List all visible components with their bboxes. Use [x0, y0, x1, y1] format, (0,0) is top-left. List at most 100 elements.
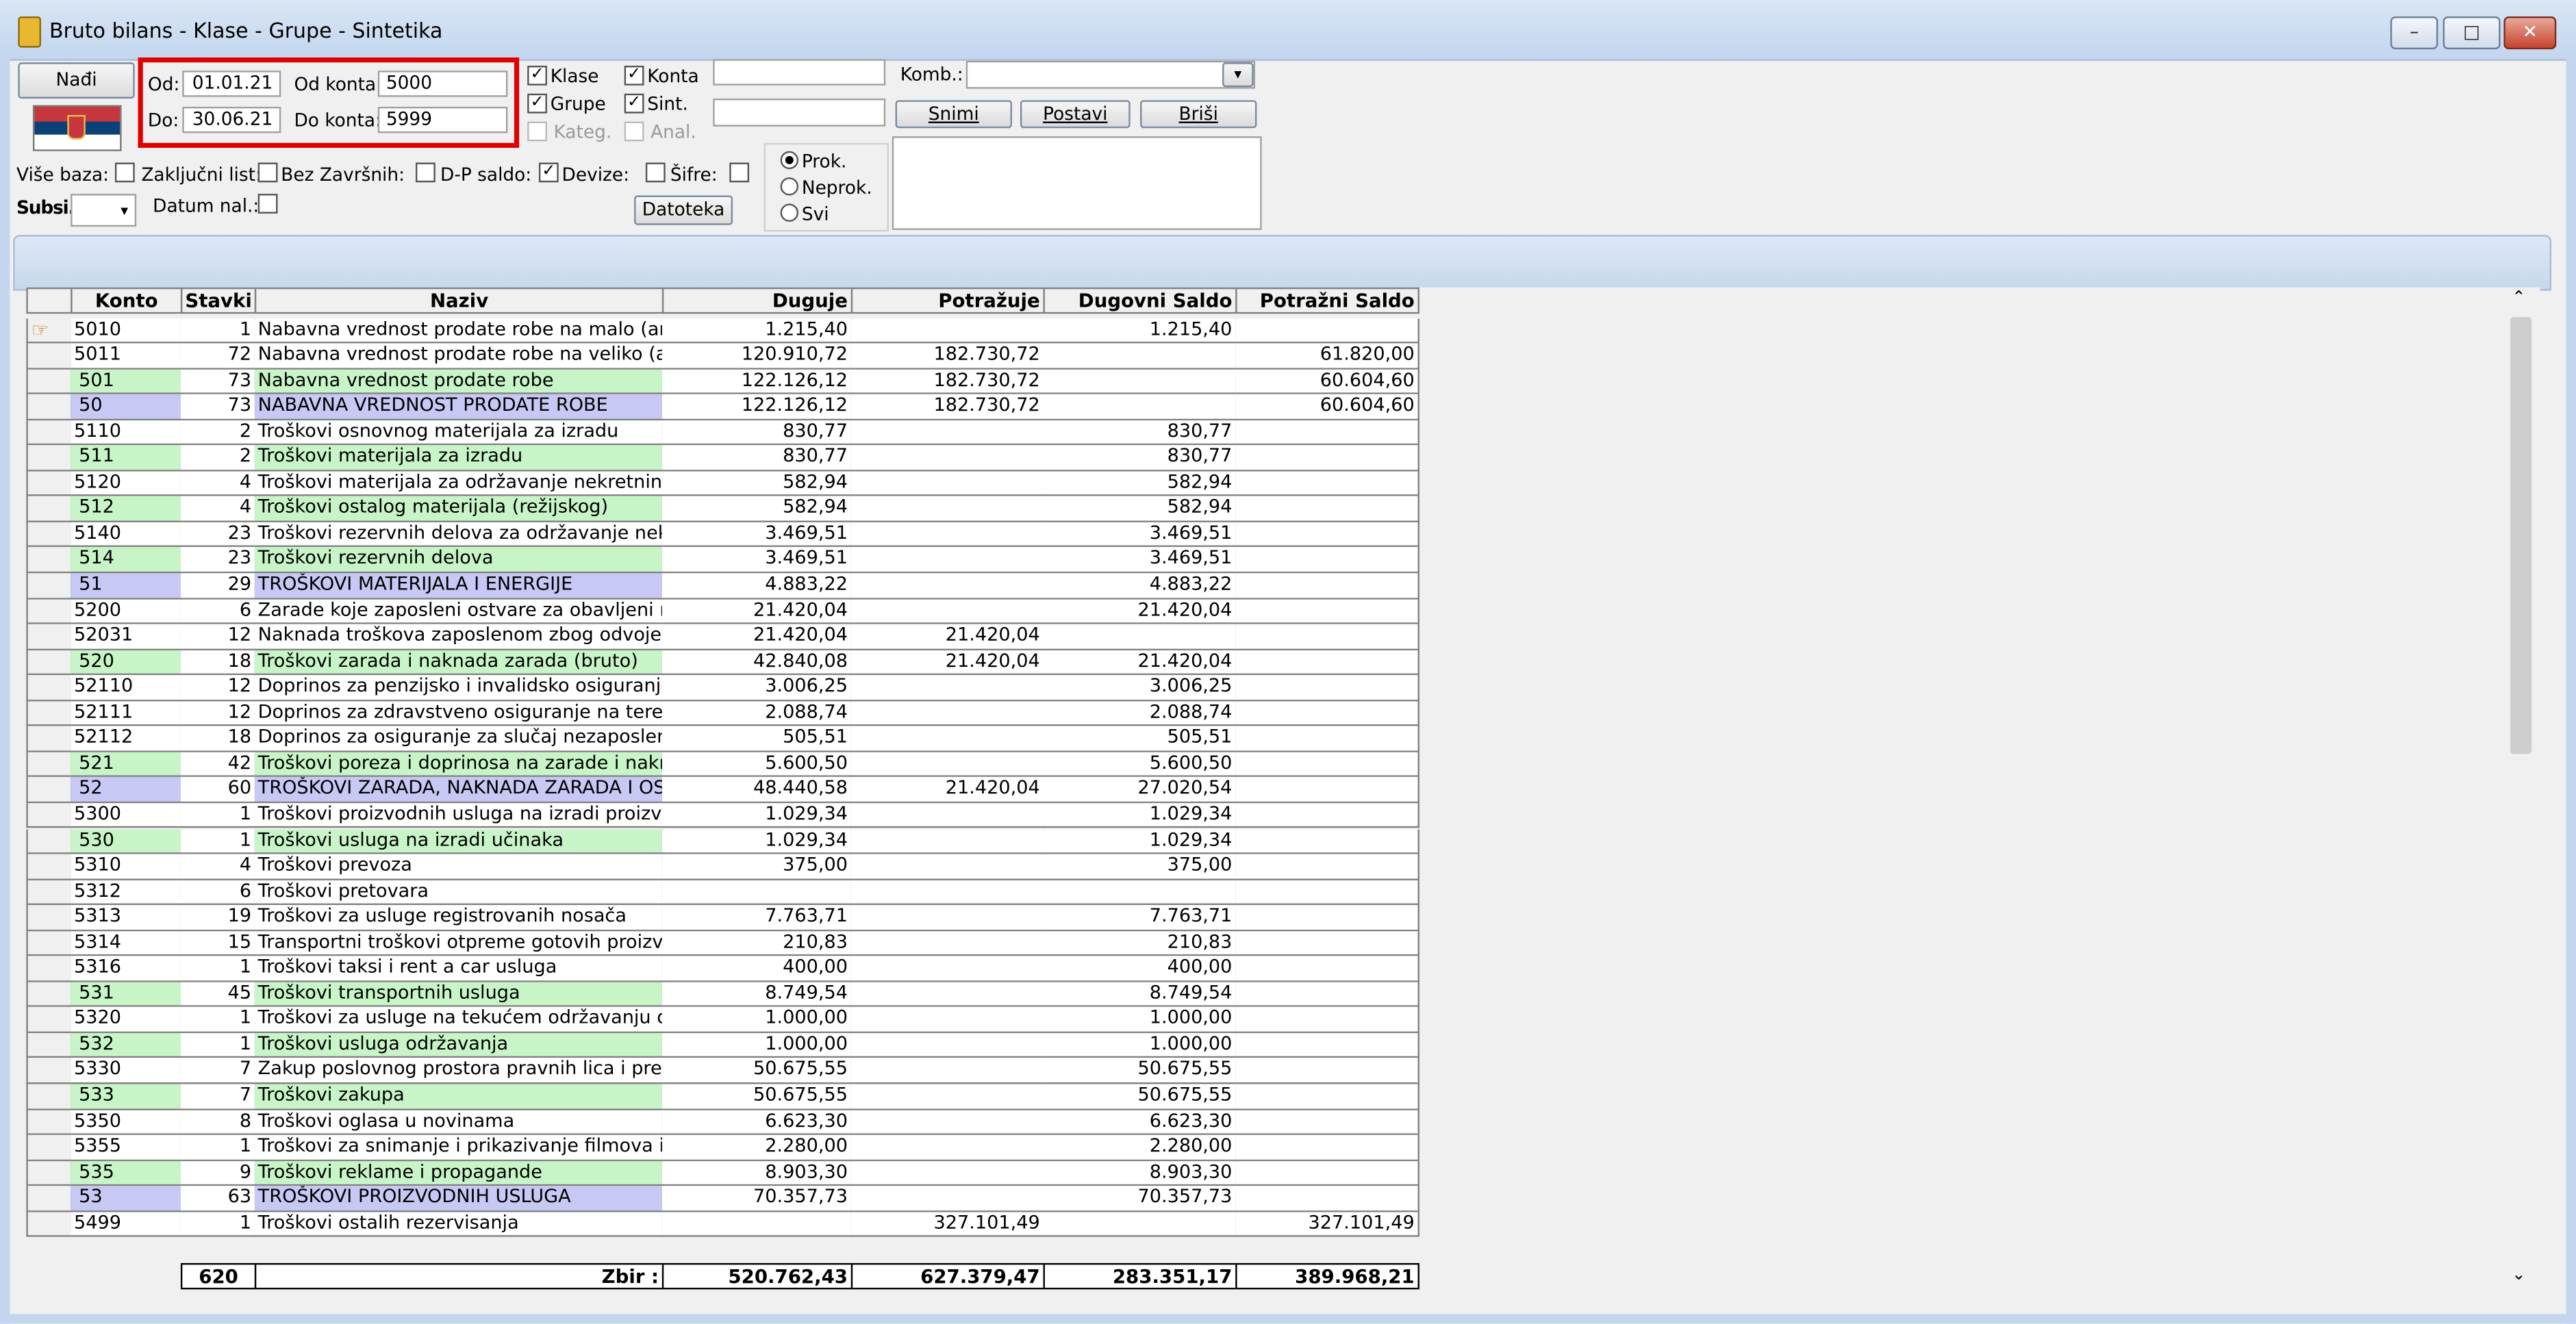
table-row[interactable]: 5314 15 Transportni troškovi otpreme gotov… — [0, 930, 1419, 956]
table-row[interactable]: 5316 1 Troškovi taksi i rent a car usluga 4… — [0, 956, 1419, 982]
cell-duguje: 1.215,40 — [661, 318, 853, 344]
bez-zavrsnih-checkbox[interactable] — [416, 162, 435, 183]
save-button[interactable]: Snimi — [895, 100, 1012, 129]
table-row[interactable]: 53 63 TROŠKOVI PROIZVODNIH USLUGA 70.357,73… — [0, 1186, 1419, 1212]
cell-potrazni-saldo — [1235, 854, 1419, 880]
text-input-top[interactable] — [713, 59, 886, 86]
header-stavki[interactable]: Stavki — [180, 287, 257, 314]
scroll-down-icon[interactable]: ⌄ — [2512, 1266, 2525, 1284]
header-dugovni-saldo[interactable]: Dugovni Saldo — [1043, 287, 1237, 314]
vise-baza-checkbox[interactable] — [114, 162, 135, 183]
chevron-down-icon[interactable]: ▾ — [1222, 62, 1254, 88]
header-potrazni-saldo[interactable]: Potražni Saldo — [1235, 287, 1419, 314]
table-row[interactable]: 5310 4 Troškovi prevoza 375,00 375,00 — [0, 854, 1419, 880]
cell-potrazuje: 21.420,04 — [850, 624, 1045, 650]
cell-potrazni-saldo — [1235, 496, 1419, 522]
cell-dugovni-saldo: 3.006,25 — [1043, 675, 1237, 701]
cell-naziv: Troškovi taksi i rent a car usluga — [254, 956, 664, 982]
svi-radio[interactable] — [780, 203, 799, 222]
zakljucni-checkbox[interactable] — [257, 162, 278, 183]
date-to-field[interactable]: 30.06.21 — [182, 106, 281, 133]
table-row[interactable]: 520 18 Troškovi zarada i naknada zarada (b… — [0, 650, 1419, 676]
table-row[interactable]: 530 1 Troškovi usluga na izradi učinaka 1.0… — [0, 828, 1419, 854]
maximize-button[interactable]: □ — [2442, 16, 2501, 49]
table-row[interactable]: 52112 18 Doprinos za osiguranje za slučaj … — [0, 726, 1419, 752]
header-duguje[interactable]: Duguje — [661, 287, 853, 314]
cell-naziv: Troškovi ostalog materijala (režijskog) — [254, 496, 664, 522]
klase-checkbox[interactable]: ✓ — [527, 65, 547, 86]
header-potrazuje[interactable]: Potražuje — [850, 287, 1045, 314]
table-row[interactable]: 5200 6 Zarade koje zaposleni ostvare za ob… — [0, 598, 1419, 624]
date-from-field[interactable]: 01.01.21 — [182, 71, 281, 97]
table-row[interactable]: 514 23 Troškovi rezervnih delova 3.469,51 3.… — [0, 547, 1419, 574]
table-row[interactable]: 5320 1 Troškovi za usluge na tekućem održa… — [0, 1007, 1419, 1033]
scroll-up-icon[interactable]: ⌃ — [2512, 289, 2525, 307]
table-row[interactable]: 5140 23 Troškovi rezervnih delova za održa… — [0, 522, 1419, 548]
komb-dropdown[interactable] — [965, 60, 1256, 89]
header-konta[interactable]: Konto — [71, 287, 183, 314]
table-row[interactable]: 533 7 Troškovi zakupa 50.675,55 50.675,55 — [0, 1084, 1419, 1110]
table-row[interactable]: 511 2 Troškovi materijala za izradu 830,77 8… — [0, 445, 1419, 472]
sifre-checkbox[interactable] — [729, 162, 750, 183]
close-button[interactable]: ✕ — [2503, 16, 2557, 49]
table-row[interactable]: 5350 8 Troškovi oglasa u novinama 6.623,30 6… — [0, 1109, 1419, 1136]
table-row[interactable]: 5110 2 Troškovi osnovnog materijala za izr… — [0, 420, 1419, 446]
table-row[interactable]: 5355 1 Troškovi za snimanje i prikazivanje… — [0, 1135, 1419, 1161]
minimize-button[interactable]: – — [2390, 16, 2438, 49]
table-row[interactable]: 5499 1 Troškovi ostalih rezervisanja 327.10… — [0, 1212, 1419, 1238]
table-row[interactable]: 50 73 NABAVNA VREDNOST PRODATE ROBE 122.126… — [0, 394, 1419, 420]
table-row[interactable]: 5312 6 Troškovi pretovara — [0, 880, 1419, 906]
table-row[interactable]: 52110 12 Doprinos za penzijsko i invalidsk… — [0, 675, 1419, 701]
kateg-checkbox[interactable] — [527, 121, 547, 142]
serbian-flag-icon[interactable] — [32, 105, 122, 151]
table-row[interactable]: 532 1 Troškovi usluga održavanja 1.000,00 1.… — [0, 1032, 1419, 1059]
subsi-dropdown[interactable]: ▾ — [71, 194, 137, 227]
table-row[interactable]: 521 42 Troškovi poreza i doprinosa na zara… — [0, 752, 1419, 778]
table-row[interactable]: 5120 4 Troškovi materijala za održavanje n… — [0, 471, 1419, 497]
cell-potrazni-saldo — [1235, 930, 1419, 956]
account-to-field[interactable]: 5999 — [377, 106, 508, 133]
dp-saldo-checkbox[interactable]: ✓ — [538, 162, 559, 183]
cell-duguje: 3.006,25 — [661, 675, 853, 701]
table-row[interactable]: 52031 12 Naknada troškova zaposlenom zbog … — [0, 624, 1419, 650]
table-row[interactable]: 5300 1 Troškovi proizvodnih usluga na izra… — [0, 803, 1419, 829]
cell-potrazni-saldo — [1235, 1160, 1419, 1186]
header-naziv[interactable]: Naziv — [254, 287, 664, 314]
cell-duguje — [661, 1212, 853, 1238]
cell-potrazni-saldo — [1235, 1135, 1419, 1161]
text-input-middle[interactable] — [713, 98, 886, 127]
table-row[interactable]: 52111 12 Doprinos za zdravstveno osiguranj… — [0, 700, 1419, 727]
cell-stavki: 1 — [180, 1212, 257, 1238]
table-row[interactable]: 5313 19 Troškovi za usluge registrovanih n… — [0, 905, 1419, 931]
devize-checkbox[interactable] — [645, 162, 666, 183]
sint-checkbox[interactable]: ✓ — [624, 93, 644, 114]
table-row[interactable]: 5330 7 Zakup poslovnog prostora pravnih li… — [0, 1058, 1419, 1084]
set-button[interactable]: Postavi — [1020, 100, 1131, 129]
table-row[interactable]: 51 29 TROŠKOVI MATERIJALA I ENERGIJE 4.883,… — [0, 573, 1419, 599]
datoteka-button[interactable]: Datoteka — [634, 195, 733, 225]
cell-konto: 5010 — [71, 318, 183, 344]
devize-label: Devize: — [561, 164, 630, 186]
cell-konto: 5499 — [71, 1212, 183, 1238]
table-row[interactable]: 535 9 Troškovi reklame i propagande 8.903,3… — [0, 1160, 1419, 1186]
anal-checkbox[interactable] — [624, 121, 644, 142]
delete-button[interactable]: Briši — [1140, 100, 1257, 129]
do-label: Do: — [147, 110, 179, 131]
account-from-field[interactable]: 5000 — [377, 71, 508, 97]
table-row[interactable]: ☞ 5010 1 Nabavna vrednost prodate robe na m… — [0, 318, 1419, 344]
table-row[interactable]: 501 73 Nabavna vrednost prodate robe 122.12… — [0, 368, 1419, 395]
cell-naziv: Zarade koje zaposleni ostvare za obavlje… — [254, 598, 664, 624]
table-row[interactable]: 5011 72 Nabavna vrednost prodate robe na v… — [0, 343, 1419, 369]
grupe-checkbox[interactable]: ✓ — [527, 93, 547, 114]
konta-checkbox[interactable]: ✓ — [624, 65, 644, 86]
find-button[interactable]: Nađi — [18, 62, 135, 99]
table-row[interactable]: 512 4 Troškovi ostalog materijala (režijsk… — [0, 496, 1419, 522]
scrollbar-thumb[interactable] — [2510, 317, 2532, 754]
od-konta-label: Od konta: — [294, 73, 383, 96]
app-lock-icon — [18, 16, 41, 48]
prok-radio[interactable] — [780, 151, 799, 170]
neprok-radio[interactable] — [780, 177, 799, 196]
datum-nal-checkbox[interactable] — [257, 194, 278, 214]
table-row[interactable]: 531 45 Troškovi transportnih usluga 8.749,5… — [0, 982, 1419, 1008]
table-row[interactable]: 52 60 TROŠKOVI ZARADA, NAKNADA ZARADA I OS… — [0, 777, 1419, 804]
